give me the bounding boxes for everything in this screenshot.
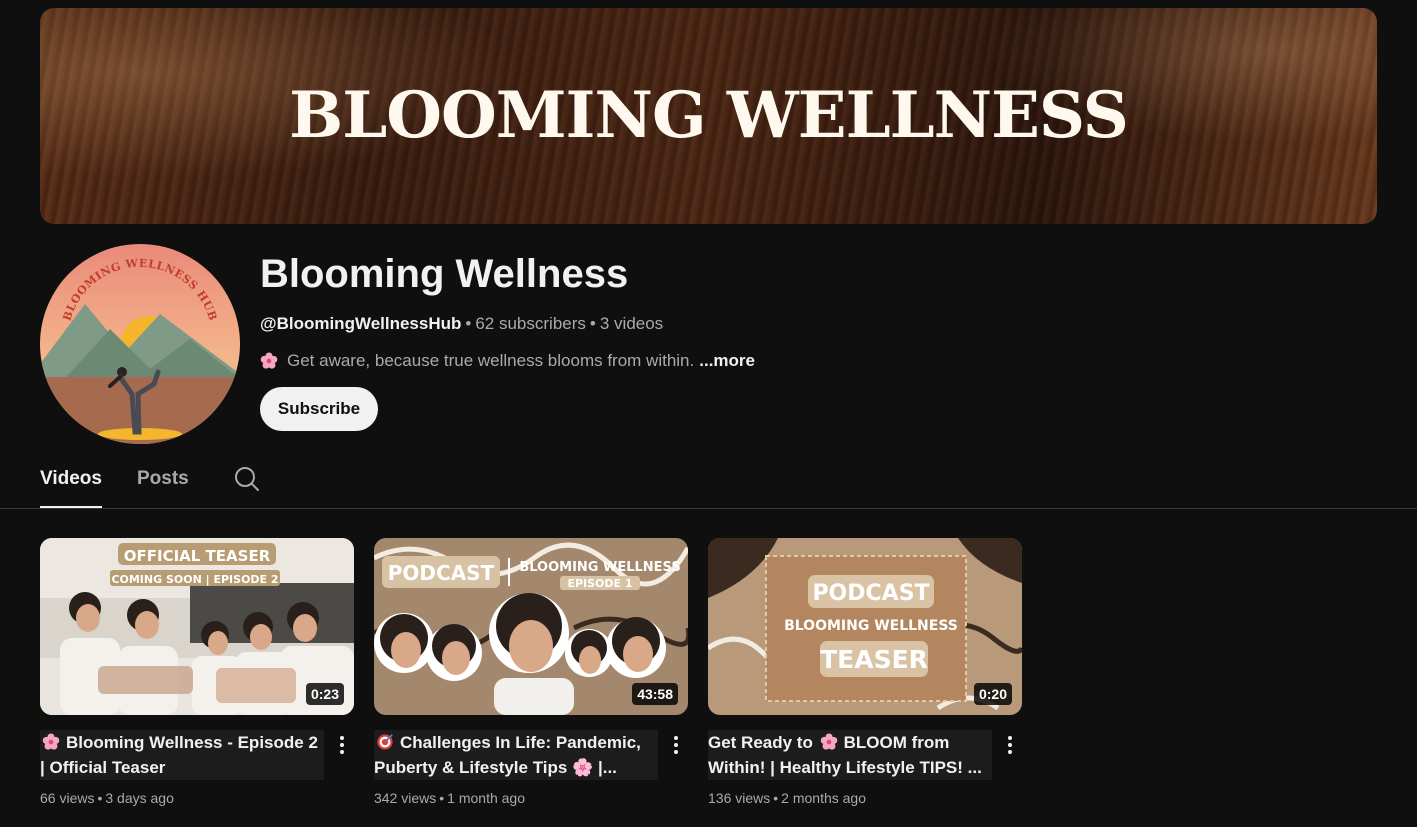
channel-avatar[interactable]: BLOOMING WELLNESS HUB [40,244,240,444]
more-actions-icon[interactable] [1002,734,1018,756]
thumb-title: OFFICIAL TEASER [124,547,271,565]
video-title-text-start: Get Ready to [708,733,813,752]
video-title-text: Challenges In Life: Pandemic, Puberty & … [374,733,641,777]
video-title[interactable]: Challenges In Life: Pandemic, Puberty & … [374,730,658,780]
tabs-divider [0,508,1417,509]
tab-posts[interactable]: Posts [137,458,189,508]
more-link[interactable]: ...more [699,351,755,371]
video-thumbnail[interactable]: PODCAST BLOOMING WELLNESS TEASER 0:20 [708,538,1022,715]
video-duration: 0:23 [305,683,344,705]
video-stats: 136 views • 2 months ago [708,790,867,806]
channel-tabs: Videos Posts [40,458,259,508]
video-thumbnail[interactable]: PODCAST BLOOMING WELLNESS EPISODE 1 43:5… [374,538,688,715]
subscriber-count: 62 subscribers [475,314,586,333]
subscribe-button[interactable]: Subscribe [260,387,378,431]
video-title[interactable]: Blooming Wellness - Episode 2 | Official… [40,730,324,780]
avatar-image: BLOOMING WELLNESS HUB [40,244,240,444]
video-card[interactable]: PODCAST BLOOMING WELLNESS TEASER 0:20 Ge… [708,538,1022,806]
video-title[interactable]: Get Ready to BLOOM from Within! | Health… [708,730,992,780]
thumb-episode: EPISODE 1 [567,577,632,590]
channel-description[interactable]: Get aware, because true wellness blooms … [260,351,755,371]
thumb-episode: TEASER [820,645,928,674]
thumb-title: PODCAST [812,581,929,606]
upload-age: 3 days ago [105,790,174,806]
video-thumbnail[interactable]: OFFICIAL TEASER COMING SOON | EPISODE 2 … [40,538,354,715]
view-count: 342 views [374,790,437,806]
description-text: Get aware, because true wellness blooms … [287,351,695,370]
video-title-text: Blooming Wellness - Episode 2 | Official… [40,733,318,777]
thumb-title: PODCAST [388,561,495,585]
thumb-subtitle: BLOOMING WELLNESS [519,560,680,575]
view-count: 136 views [708,790,771,806]
flower-icon [820,733,837,750]
banner-title: BLOOMING WELLNESS [289,78,1129,153]
more-actions-icon[interactable] [668,734,684,756]
tab-videos[interactable]: Videos [40,458,102,508]
upload-age: 2 months ago [781,790,867,806]
thumb-subtitle: COMING SOON | EPISODE 2 [111,573,278,586]
channel-meta: @BloomingWellnessHub • 62 subscribers • 3 vi… [260,314,664,333]
flower-icon [260,352,278,369]
channel-handle: @BloomingWellnessHub [260,314,462,333]
flower-icon [42,733,60,750]
video-stats: 66 views • 3 days ago [40,790,174,806]
video-count: 3 videos [599,314,664,333]
search-icon[interactable] [233,465,261,493]
channel-banner: BLOOMING WELLNESS [40,8,1377,224]
channel-name: Blooming Wellness [260,252,629,296]
target-icon [377,734,393,750]
more-actions-icon[interactable] [334,734,350,756]
thumb-subtitle: BLOOMING WELLNESS [784,618,958,634]
video-card[interactable]: OFFICIAL TEASER COMING SOON | EPISODE 2 … [40,538,354,806]
view-count: 66 views [40,790,95,806]
video-stats: 342 views • 1 month ago [374,790,526,806]
video-duration: 0:20 [973,683,1012,705]
video-duration: 43:58 [632,683,678,705]
upload-age: 1 month ago [447,790,526,806]
video-card[interactable]: PODCAST BLOOMING WELLNESS EPISODE 1 43:5… [374,538,688,806]
